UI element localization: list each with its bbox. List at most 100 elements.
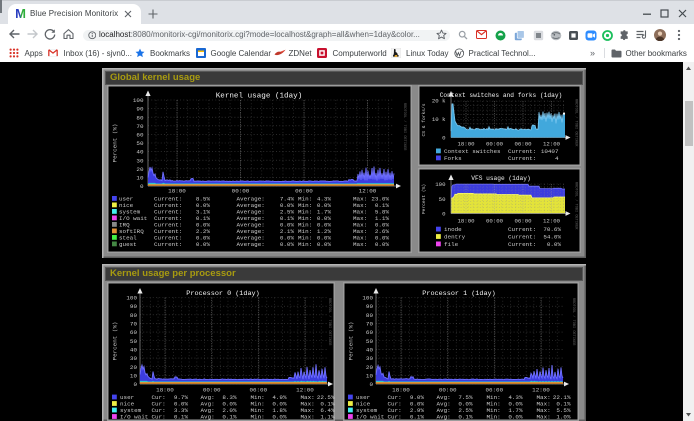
- svg-text:18:00: 18:00: [457, 141, 475, 148]
- svg-text:0.1%: 0.1%: [410, 414, 425, 421]
- svg-text:10407: 10407: [541, 148, 559, 155]
- svg-text:00:00: 00:00: [486, 217, 504, 224]
- svg-text:18:00: 18:00: [168, 188, 186, 195]
- svg-text:CS & forks/s: CS & forks/s: [421, 103, 427, 136]
- svg-text:Max:: Max:: [537, 414, 551, 421]
- svg-text:70.6%: 70.6%: [543, 226, 561, 233]
- svg-text:Processor 0 (1day): Processor 0 (1day): [186, 290, 259, 298]
- svg-text:4: 4: [555, 155, 559, 162]
- svg-text:Min:: Min:: [251, 414, 265, 421]
- svg-text:10: 10: [130, 373, 138, 380]
- svg-text:1.0%: 1.0%: [556, 414, 571, 421]
- svg-text:00:00: 00:00: [232, 188, 250, 195]
- svg-text:12:00: 12:00: [532, 387, 550, 394]
- svg-text:18:00: 18:00: [457, 217, 475, 224]
- svg-text:Cur:: Cur:: [388, 414, 402, 421]
- svg-text:12:00: 12:00: [359, 188, 377, 195]
- svg-text:30: 30: [366, 355, 374, 362]
- svg-text:80: 80: [136, 114, 144, 121]
- svg-text:0: 0: [442, 211, 446, 218]
- svg-text:20: 20: [366, 364, 374, 371]
- svg-text:06:00: 06:00: [249, 387, 267, 394]
- svg-text:12:00: 12:00: [543, 141, 561, 148]
- svg-text:0.0%: 0.0%: [547, 241, 562, 248]
- svg-text:12:00: 12:00: [543, 217, 561, 224]
- svg-text:40: 40: [366, 347, 374, 354]
- svg-text:0.1%: 0.1%: [222, 414, 237, 421]
- svg-text:10: 10: [136, 175, 144, 182]
- svg-text:100: 100: [435, 181, 446, 188]
- svg-text:0: 0: [140, 183, 144, 190]
- svg-text:Percent (%): Percent (%): [112, 124, 119, 163]
- svg-text:06:00: 06:00: [295, 188, 313, 195]
- svg-text:0: 0: [442, 135, 446, 142]
- svg-text:06:00: 06:00: [514, 141, 532, 148]
- svg-text:70: 70: [366, 321, 374, 328]
- svg-text:40: 40: [130, 347, 138, 354]
- svg-text:Current:: Current:: [508, 226, 536, 233]
- svg-text:0: 0: [369, 381, 373, 388]
- svg-text:Min:: Min:: [487, 414, 501, 421]
- svg-text:20: 20: [130, 364, 138, 371]
- svg-text:0.0%: 0.0%: [280, 241, 295, 248]
- svg-text:RRDTOOL / TOBI OETIKER: RRDTOOL / TOBI OETIKER: [571, 298, 576, 346]
- svg-text:90: 90: [136, 106, 144, 113]
- svg-text:RRDTOOL / TOBI OETIKER: RRDTOOL / TOBI OETIKER: [574, 99, 579, 147]
- svg-text:0.0%: 0.0%: [375, 241, 390, 248]
- svg-text:00:00: 00:00: [439, 387, 457, 394]
- svg-text:Current:: Current:: [508, 234, 536, 241]
- svg-text:Current:: Current:: [508, 241, 536, 248]
- svg-text:100: 100: [362, 295, 373, 302]
- svg-text:06:00: 06:00: [514, 217, 532, 224]
- svg-text:I/O wait: I/O wait: [120, 414, 148, 421]
- svg-text:54.0%: 54.0%: [543, 234, 561, 241]
- svg-text:18:00: 18:00: [392, 387, 410, 394]
- svg-text:00:00: 00:00: [486, 141, 504, 148]
- svg-text:Max:: Max:: [301, 414, 315, 421]
- svg-text:Context switches: Context switches: [444, 148, 501, 155]
- svg-text:inode: inode: [444, 226, 462, 233]
- svg-text:50: 50: [366, 338, 374, 345]
- svg-text:10 k: 10 k: [432, 116, 446, 123]
- svg-text:30: 30: [130, 355, 138, 362]
- svg-text:90: 90: [366, 303, 374, 310]
- svg-text:20: 20: [136, 166, 144, 173]
- svg-text:20 k: 20 k: [432, 97, 446, 104]
- svg-text:0.0%: 0.0%: [317, 241, 332, 248]
- svg-text:Avg:: Avg:: [201, 414, 215, 421]
- svg-text:Percent (%): Percent (%): [421, 184, 427, 214]
- svg-text:guest: guest: [119, 241, 137, 248]
- svg-text:file: file: [444, 241, 459, 248]
- svg-text:80: 80: [130, 312, 138, 319]
- svg-text:06:00: 06:00: [485, 387, 503, 394]
- svg-text:Percent (%): Percent (%): [112, 322, 119, 361]
- svg-text:80: 80: [366, 312, 374, 319]
- svg-text:0.0%: 0.0%: [272, 414, 287, 421]
- svg-text:Avg:: Avg:: [437, 414, 451, 421]
- svg-text:M: M: [15, 6, 26, 20]
- svg-text:VFS usage (1day): VFS usage (1day): [471, 175, 530, 182]
- svg-text:0.1%: 0.1%: [174, 414, 189, 421]
- svg-text:Max:: Max:: [353, 241, 367, 248]
- svg-text:60: 60: [130, 329, 138, 336]
- svg-text:Kernel usage (1day): Kernel usage (1day): [216, 93, 303, 101]
- svg-text:I/O wait: I/O wait: [356, 414, 384, 421]
- svg-text:Percent (%): Percent (%): [348, 322, 355, 361]
- svg-text:Context switches and forks (1: Context switches and forks (1day): [440, 92, 563, 99]
- svg-text:50: 50: [439, 196, 446, 203]
- svg-text:0: 0: [133, 381, 137, 388]
- svg-text:0.0%: 0.0%: [508, 414, 523, 421]
- svg-text:50: 50: [136, 140, 144, 147]
- svg-text:18:00: 18:00: [156, 387, 174, 394]
- svg-text:Average:: Average:: [237, 241, 265, 248]
- svg-text:dentry: dentry: [444, 234, 466, 241]
- svg-text:Forks: Forks: [444, 155, 462, 162]
- svg-text:0.1%: 0.1%: [458, 414, 473, 421]
- svg-text:10: 10: [366, 373, 374, 380]
- svg-text:40: 40: [136, 149, 144, 156]
- svg-text:30: 30: [136, 157, 144, 164]
- svg-text:70: 70: [136, 123, 144, 130]
- svg-text:RRDTOOL / TOBI OETIKER: RRDTOOL / TOBI OETIKER: [574, 182, 579, 230]
- svg-text:0.0%: 0.0%: [196, 241, 211, 248]
- svg-text:Current:: Current:: [508, 148, 536, 155]
